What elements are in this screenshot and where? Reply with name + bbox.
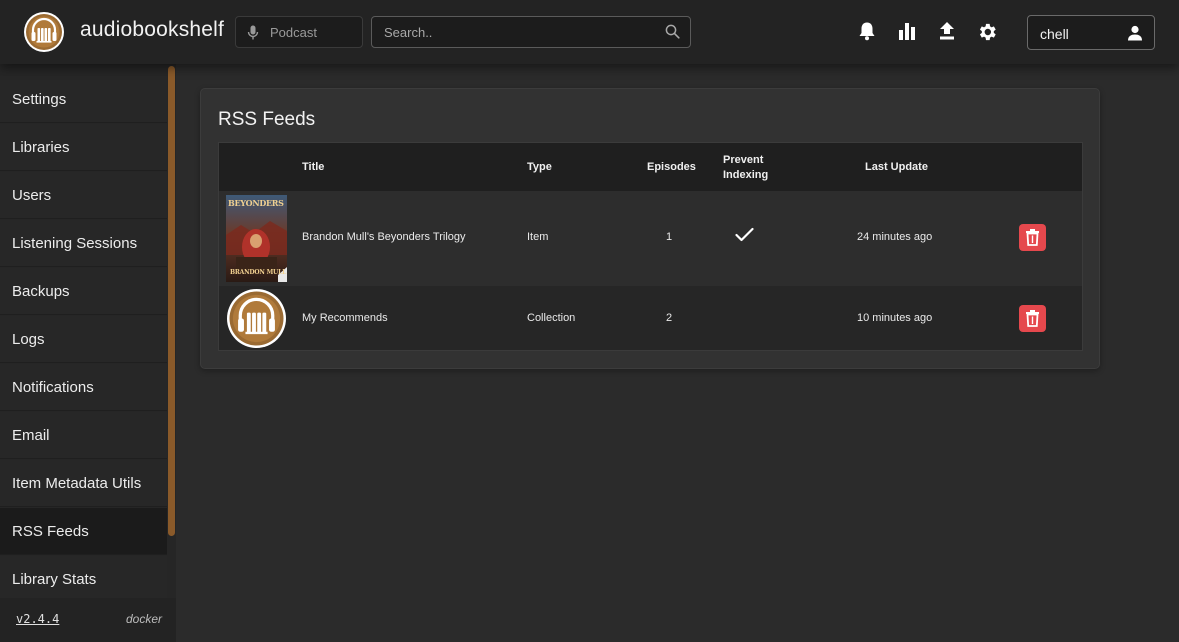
bell-icon[interactable] <box>858 21 876 41</box>
table-header: Title Type Episodes Prevent Indexing Las… <box>219 143 1082 191</box>
user-menu-button[interactable]: chell <box>1027 15 1155 50</box>
feed-title[interactable]: Brandon Mull's Beyonders Trilogy <box>302 231 466 243</box>
feed-title[interactable]: My Recommends <box>302 312 388 324</box>
stats-icon[interactable] <box>898 21 916 40</box>
feed-last-update: 24 minutes ago <box>857 231 933 243</box>
sidebar-item-users[interactable]: Users <box>0 172 167 219</box>
column-header-type: Type <box>527 161 552 173</box>
version-link[interactable]: v2.4.4 <box>16 612 59 626</box>
sidebar-item-settings[interactable]: Settings <box>0 76 167 123</box>
microphone-icon <box>247 25 259 40</box>
settings-sidebar: Settings Libraries Users Listening Sessi… <box>0 64 176 642</box>
rss-feeds-table: Title Type Episodes Prevent Indexing Las… <box>218 142 1083 351</box>
sidebar-item-listening-sessions[interactable]: Listening Sessions <box>0 220 167 267</box>
feed-episodes: 1 <box>666 231 673 243</box>
sidebar-footer: v2.4.4 docker <box>0 598 176 642</box>
upload-icon[interactable] <box>938 21 956 40</box>
column-header-prevent-indexing-line1: Prevent <box>723 154 764 166</box>
sidebar-item-item-metadata-utils[interactable]: Item Metadata Utils <box>0 460 167 507</box>
column-header-prevent-indexing-line2: Indexing <box>723 169 769 181</box>
sidebar-item-email[interactable]: Email <box>0 412 167 459</box>
feed-type: Item <box>527 231 549 243</box>
table-row[interactable]: BEYONDERS BRANDON MULL Brandon Mull's Be… <box>219 191 1082 286</box>
page-title: RSS Feeds <box>218 109 316 130</box>
table-row[interactable]: My Recommends Collection 2 10 minutes ag… <box>219 286 1082 350</box>
column-header-title: Title <box>302 161 325 173</box>
feed-episodes: 2 <box>666 312 673 324</box>
headphones-books-icon <box>227 289 286 348</box>
library-selector[interactable]: Podcast <box>235 16 363 48</box>
rss-feeds-card: RSS Feeds Title Type Episodes Prevent In… <box>200 88 1100 369</box>
book-cover[interactable]: BEYONDERS BRANDON MULL <box>226 195 287 282</box>
app-title: audiobookshelf <box>80 18 225 41</box>
search-icon[interactable] <box>665 24 680 39</box>
user-icon <box>1128 25 1142 41</box>
delete-feed-button[interactable] <box>1019 305 1046 332</box>
sidebar-scrollbar-thumb[interactable] <box>168 66 175 536</box>
trash-icon <box>1026 229 1039 246</box>
sidebar-item-libraries[interactable]: Libraries <box>0 124 167 171</box>
collection-avatar[interactable] <box>227 289 286 348</box>
sidebar-item-logs[interactable]: Logs <box>0 316 167 363</box>
search-input[interactable] <box>372 17 662 47</box>
column-header-episodes: Episodes <box>647 161 696 173</box>
sidebar-item-backups[interactable]: Backups <box>0 268 167 315</box>
check-icon <box>735 227 754 242</box>
sidebar-item-library-stats[interactable]: Library Stats <box>0 556 167 603</box>
top-bar: audiobookshelf Podcast chell <box>0 0 1179 64</box>
trash-icon <box>1026 310 1039 327</box>
feed-type: Collection <box>527 312 576 324</box>
install-source: docker <box>126 612 163 626</box>
user-name: chell <box>1040 26 1069 42</box>
gear-icon[interactable] <box>976 21 998 43</box>
feed-last-update: 10 minutes ago <box>857 312 933 324</box>
search-box[interactable] <box>371 16 691 48</box>
column-header-last-update: Last Update <box>865 161 928 173</box>
sidebar-item-notifications[interactable]: Notifications <box>0 364 167 411</box>
cover-author-text: BRANDON MULL <box>230 269 287 276</box>
headphones-books-icon <box>26 14 62 50</box>
cover-title-text: BEYONDERS <box>228 198 284 208</box>
library-selector-label: Podcast <box>270 25 317 40</box>
delete-feed-button[interactable] <box>1019 224 1046 251</box>
sidebar-item-rss-feeds[interactable]: RSS Feeds <box>0 508 167 555</box>
app-logo[interactable] <box>24 12 64 52</box>
